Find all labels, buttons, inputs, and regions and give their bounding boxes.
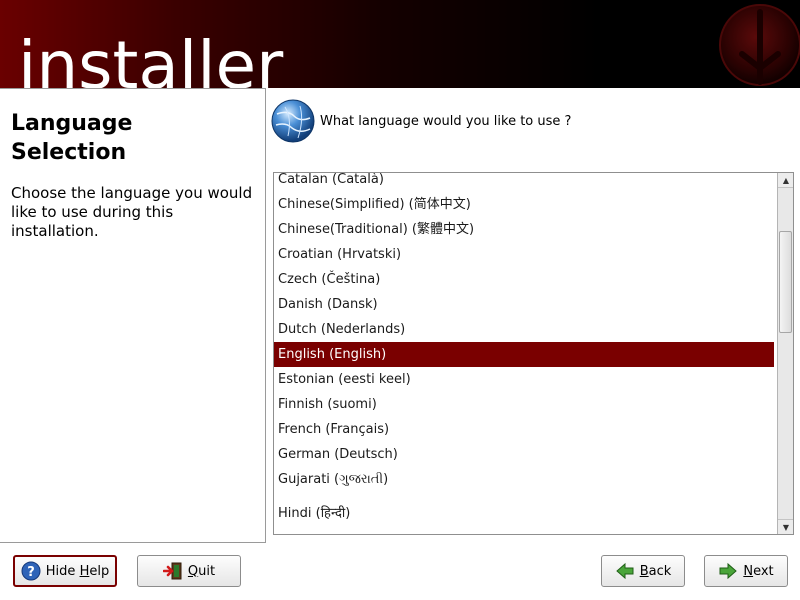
- svg-text:?: ?: [27, 565, 35, 580]
- list-item-selected[interactable]: English (English): [274, 342, 774, 367]
- exit-door-icon: [162, 562, 182, 580]
- list-item[interactable]: French (Français): [274, 417, 774, 442]
- quit-label: Quit: [187, 563, 216, 579]
- banner-title: installer: [18, 27, 284, 88]
- help-icon: ?: [21, 561, 41, 581]
- hide-help-label: Hide Help: [45, 563, 110, 579]
- language-prompt: What language would you like to use ?: [320, 114, 572, 129]
- hide-help-button[interactable]: ? Hide Help: [13, 555, 117, 587]
- arrow-right-icon: [719, 562, 738, 580]
- help-title: Language Selection: [11, 111, 133, 165]
- quit-button[interactable]: Quit: [137, 555, 241, 587]
- help-panel: Language Selection Choose the language y…: [0, 88, 266, 543]
- list-item[interactable]: Estonian (eesti keel): [274, 367, 774, 392]
- scroll-up-arrow-icon[interactable]: ▲: [778, 173, 793, 188]
- arrow-left-icon: [615, 562, 634, 580]
- header-banner: installer: [0, 0, 800, 88]
- list-item[interactable]: Hindi (हिन्दी): [274, 501, 774, 526]
- scroll-down-arrow-icon[interactable]: ▼: [778, 519, 793, 534]
- logo-icon: [719, 4, 800, 86]
- list-item[interactable]: Danish (Dansk): [274, 292, 774, 317]
- globe-icon: [271, 99, 315, 143]
- list-item[interactable]: Czech (Čeština): [274, 267, 774, 292]
- list-item[interactable]: Catalan (Català): [274, 173, 774, 192]
- language-list-items[interactable]: Catalan (Català) Chinese(Simplified) (简体中…: [274, 173, 774, 534]
- scroll-thumb[interactable]: [779, 231, 792, 333]
- help-text: Choose the language you would like to us…: [11, 184, 253, 240]
- list-item[interactable]: Finnish (suomi): [274, 392, 774, 417]
- list-item[interactable]: Dutch (Nederlands): [274, 317, 774, 342]
- list-item[interactable]: German (Deutsch): [274, 442, 774, 467]
- next-label: Next: [743, 563, 774, 579]
- list-item[interactable]: Gujarati (ગુજરાતી): [274, 467, 774, 492]
- list-item[interactable]: Croatian (Hrvatski): [274, 242, 774, 267]
- language-list-scrollbar[interactable]: ▲ ▼: [777, 173, 793, 534]
- language-list[interactable]: Catalan (Català) Chinese(Simplified) (简体中…: [273, 172, 794, 535]
- back-label: Back: [639, 563, 672, 579]
- list-item[interactable]: Chinese(Simplified) (简体中文): [274, 192, 774, 217]
- list-item[interactable]: Chinese(Traditional) (繁體中文): [274, 217, 774, 242]
- next-button[interactable]: Next: [704, 555, 788, 587]
- back-button[interactable]: Back: [601, 555, 685, 587]
